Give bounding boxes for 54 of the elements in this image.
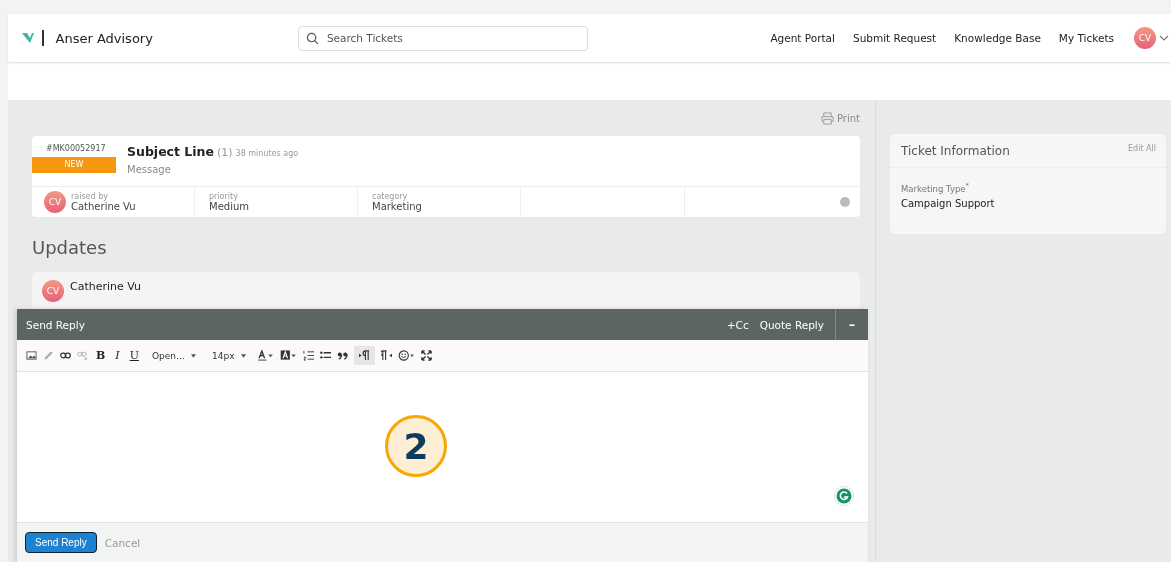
step-marker: 2 — [385, 415, 447, 477]
emoji-icon[interactable] — [397, 350, 415, 361]
status-dot — [840, 197, 850, 207]
reply-count: (1) — [217, 146, 233, 159]
numbered-list-icon[interactable] — [302, 350, 314, 361]
nav-link[interactable]: Submit Request — [852, 32, 937, 44]
field-value: Campaign Support — [901, 197, 996, 209]
ticket-subject: Subject Line — [127, 144, 214, 159]
italic-button[interactable]: I — [113, 349, 122, 362]
fullscreen-icon[interactable] — [420, 350, 432, 361]
brand-name[interactable]: Anser Advisory — [55, 30, 153, 46]
cc-link[interactable]: +Cc — [726, 318, 749, 331]
grammar-icon[interactable] — [834, 486, 854, 506]
rtl-icon[interactable] — [380, 350, 392, 361]
field-value: Marketing — [372, 201, 422, 212]
bullet-list-icon[interactable] — [319, 350, 331, 361]
nav-link[interactable]: Knowledge Base — [954, 32, 1041, 44]
image-icon[interactable] — [26, 350, 37, 361]
paragraph-icon — [358, 350, 370, 361]
chain-icon[interactable] — [60, 350, 71, 361]
highlight-color-icon[interactable] — [279, 350, 297, 361]
field-value: Catherine Vu — [71, 201, 136, 212]
nav-link[interactable]: My Tickets — [1058, 32, 1114, 44]
underline-button[interactable]: U — [127, 349, 141, 362]
field-label: priority — [209, 192, 239, 201]
caret-icon — [191, 353, 196, 358]
user-avatar: CV — [42, 280, 64, 302]
nav-link[interactable]: Agent Portal — [770, 32, 835, 44]
section-title: Updates — [32, 237, 108, 258]
quote-reply-link[interactable]: Quote Reply — [759, 318, 824, 331]
field-label: Marketing Type$^{*}$ — [901, 182, 971, 194]
caret-icon — [240, 353, 246, 358]
ticket-id: #MK00052917 — [45, 144, 107, 155]
bold-button[interactable]: B — [94, 349, 108, 362]
status-tag: NEW — [32, 157, 116, 173]
font-dropdown[interactable]: Open… — [146, 350, 201, 361]
author-name: Catherine Vu — [70, 280, 142, 293]
user-avatar: CV — [44, 191, 66, 213]
panel-title: Send Reply — [26, 318, 85, 331]
text-color-icon[interactable] — [256, 350, 274, 361]
quote-icon[interactable] — [336, 350, 348, 361]
logo-icon — [22, 32, 34, 44]
ticket-message: Message — [127, 164, 172, 175]
size-dropdown[interactable]: 14px — [207, 350, 251, 361]
send-reply-button[interactable]: Send Reply — [25, 532, 97, 553]
field-value: Medium — [209, 201, 249, 212]
field-label: category — [372, 192, 409, 201]
field-label: raised by — [71, 192, 109, 201]
chevron-down-icon[interactable] — [1159, 35, 1169, 41]
search-field[interactable]: Search Tickets — [297, 25, 588, 51]
ltr-button[interactable] — [353, 346, 375, 365]
panel-title: Ticket Information — [901, 144, 1010, 160]
ticket-time: 38 minutes ago — [235, 149, 299, 158]
search-icon — [305, 31, 319, 45]
